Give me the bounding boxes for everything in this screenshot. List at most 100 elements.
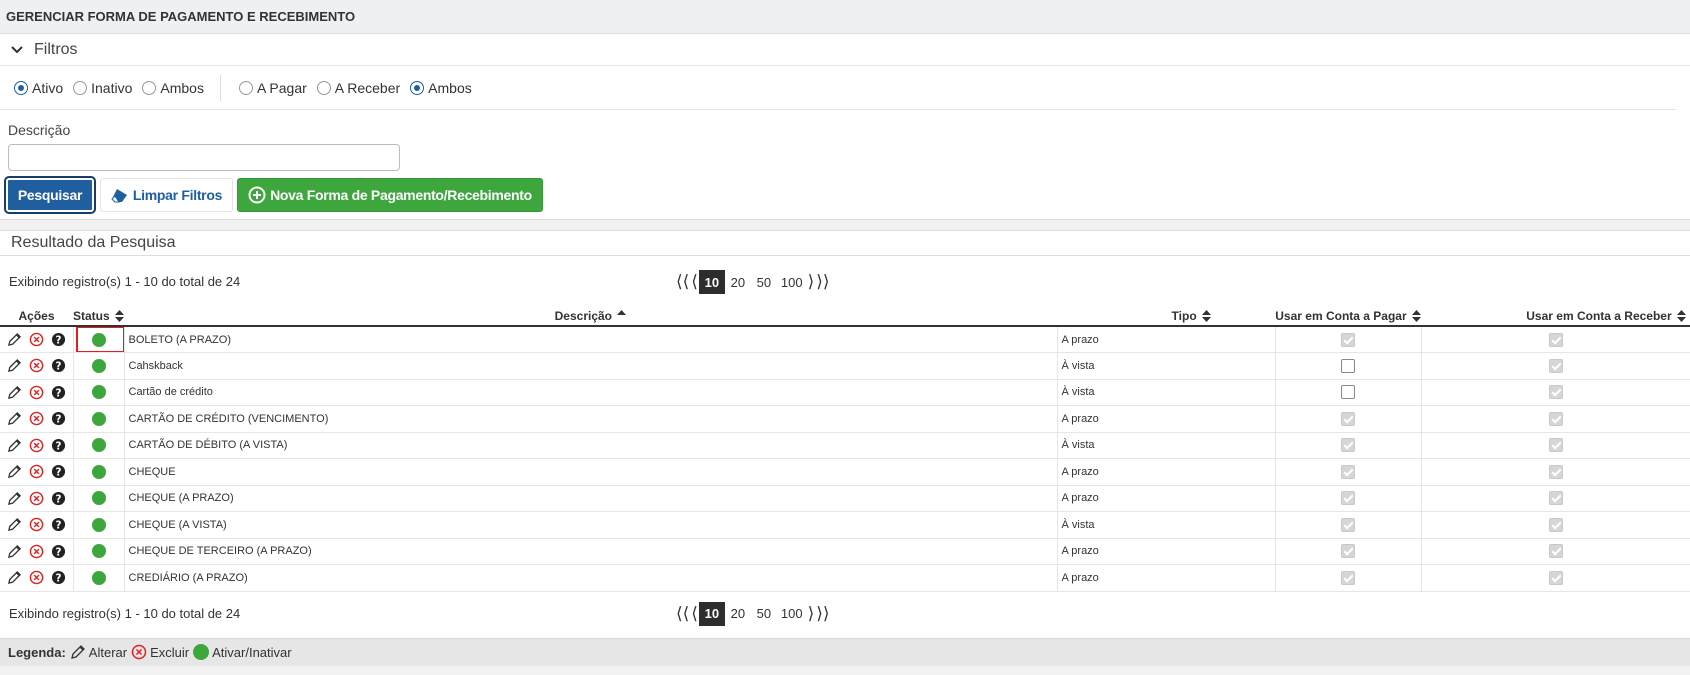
actions-cell: ? — [0, 564, 74, 592]
receive-checkbox[interactable] — [1548, 385, 1563, 400]
pay-checkbox[interactable] — [1341, 570, 1355, 585]
green-dot-icon[interactable] — [91, 464, 106, 479]
receive-checkbox[interactable] — [1548, 570, 1563, 585]
question-circle-icon[interactable]: ? — [51, 464, 66, 479]
close-circle-icon[interactable] — [29, 544, 44, 559]
radio-circle[interactable] — [73, 80, 88, 95]
prev-page-icon[interactable]: ⟨ — [690, 602, 699, 626]
pay-checkbox[interactable] — [1341, 491, 1355, 506]
close-circle-icon[interactable] — [29, 570, 44, 585]
pay-checkbox[interactable] — [1341, 517, 1355, 532]
radio-circle[interactable] — [238, 80, 253, 95]
pay-checkbox[interactable] — [1341, 438, 1355, 453]
first-page-icon[interactable]: ⟨⟨ — [675, 270, 690, 294]
green-dot-icon[interactable] — [91, 332, 106, 347]
pay-checkbox[interactable] — [1341, 332, 1355, 347]
question-circle-icon[interactable]: ? — [51, 358, 66, 373]
page-size-option[interactable]: 100 — [777, 270, 807, 294]
page-size-option[interactable]: 50 — [751, 602, 777, 626]
pencil-icon[interactable] — [7, 464, 22, 479]
page-size-option[interactable]: 50 — [751, 270, 777, 294]
close-circle-icon[interactable] — [29, 358, 44, 373]
receive-checkbox[interactable] — [1548, 332, 1563, 347]
pencil-icon[interactable] — [7, 491, 22, 506]
receive-checkbox[interactable] — [1548, 491, 1563, 506]
col-receive[interactable]: Usar em Conta a Receber — [1421, 306, 1690, 327]
receive-checkbox[interactable] — [1548, 411, 1563, 426]
receive-checkbox[interactable] — [1548, 517, 1563, 532]
green-dot-icon[interactable] — [91, 544, 106, 559]
type-radio-1[interactable]: A Receber — [316, 80, 400, 96]
last-page-icon[interactable]: ⟩⟩ — [815, 602, 830, 626]
receive-checkbox[interactable] — [1548, 438, 1563, 453]
pay-checkbox[interactable] — [1341, 358, 1355, 373]
question-circle-icon[interactable]: ? — [51, 570, 66, 585]
question-circle-icon[interactable]: ? — [51, 411, 66, 426]
page-size-option[interactable]: 20 — [725, 602, 751, 626]
pencil-icon[interactable] — [7, 411, 22, 426]
pencil-icon — [70, 645, 85, 659]
status-radio-1[interactable]: Inativo — [73, 80, 132, 96]
clear-filters-button[interactable]: Limpar Filtros — [100, 178, 233, 212]
pay-checkbox[interactable] — [1341, 385, 1355, 400]
close-circle-icon[interactable] — [29, 464, 44, 479]
first-page-icon[interactable]: ⟨⟨ — [675, 602, 690, 626]
receive-checkbox[interactable] — [1548, 464, 1563, 479]
pay-checkbox[interactable] — [1341, 464, 1355, 479]
pay-checkbox[interactable] — [1341, 544, 1355, 559]
question-circle-icon[interactable]: ? — [51, 544, 66, 559]
close-circle-icon[interactable] — [29, 517, 44, 532]
green-dot-icon[interactable] — [91, 385, 106, 400]
pencil-icon[interactable] — [7, 544, 22, 559]
question-circle-icon[interactable]: ? — [51, 385, 66, 400]
question-circle-icon[interactable]: ? — [51, 438, 66, 453]
close-circle-icon[interactable] — [29, 385, 44, 400]
question-circle-icon[interactable]: ? — [51, 332, 66, 347]
col-description[interactable]: Descrição — [124, 306, 1057, 327]
pencil-icon[interactable] — [7, 358, 22, 373]
new-payment-method-button[interactable]: Nova Forma de Pagamento/Recebimento — [237, 178, 543, 212]
page-size-option[interactable]: 100 — [777, 602, 807, 626]
type-radio-2[interactable]: Ambos — [410, 80, 472, 96]
close-circle-icon[interactable] — [29, 438, 44, 453]
receive-checkbox[interactable] — [1548, 544, 1563, 559]
page-size-option[interactable]: 10 — [698, 601, 725, 626]
prev-page-icon[interactable]: ⟨ — [690, 270, 699, 294]
description-input[interactable] — [8, 144, 400, 171]
close-circle-icon[interactable] — [29, 491, 44, 506]
type-radio-0[interactable]: A Pagar — [238, 80, 307, 96]
close-circle-icon[interactable] — [29, 332, 44, 347]
page-size-option[interactable]: 20 — [725, 270, 751, 294]
pencil-icon[interactable] — [7, 570, 22, 585]
status-radio-2[interactable]: Ambos — [142, 80, 204, 96]
next-page-icon[interactable]: ⟩ — [807, 602, 816, 626]
pay-checkbox[interactable] — [1341, 411, 1355, 426]
green-dot-icon[interactable] — [91, 517, 106, 532]
green-dot-icon[interactable] — [91, 570, 106, 585]
close-circle-icon[interactable] — [29, 411, 44, 426]
pencil-icon[interactable] — [7, 438, 22, 453]
radio-circle[interactable] — [142, 80, 157, 95]
next-page-icon[interactable]: ⟩ — [807, 270, 816, 294]
green-dot-icon[interactable] — [91, 491, 106, 506]
pencil-icon[interactable] — [7, 332, 22, 347]
question-circle-icon[interactable]: ? — [51, 491, 66, 506]
question-circle-icon[interactable]: ? — [51, 517, 66, 532]
status-radio-0[interactable]: Ativo — [14, 80, 63, 96]
last-page-icon[interactable]: ⟩⟩ — [815, 270, 830, 294]
col-pay[interactable]: Usar em Conta a Pagar — [1275, 306, 1421, 327]
page-size-option[interactable]: 10 — [698, 270, 725, 294]
radio-circle[interactable] — [14, 80, 28, 95]
green-dot-icon[interactable] — [91, 411, 106, 426]
search-button[interactable]: Pesquisar — [4, 176, 96, 214]
filters-toggle[interactable]: Filtros — [0, 34, 1690, 66]
col-status[interactable]: Status — [73, 306, 125, 327]
pencil-icon[interactable] — [7, 385, 22, 400]
receive-checkbox[interactable] — [1548, 358, 1563, 373]
radio-circle[interactable] — [410, 80, 425, 95]
green-dot-icon[interactable] — [91, 358, 106, 373]
green-dot-icon[interactable] — [91, 438, 106, 453]
col-type[interactable]: Tipo — [1057, 306, 1275, 327]
radio-circle[interactable] — [316, 80, 331, 95]
pencil-icon[interactable] — [7, 517, 22, 532]
